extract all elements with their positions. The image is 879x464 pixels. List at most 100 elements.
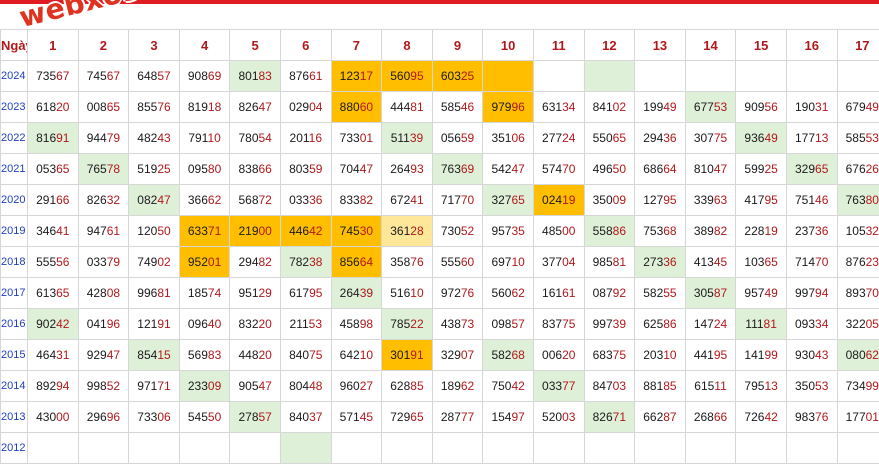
result-cell: 23736 [786, 216, 837, 247]
result-cell: 09334 [786, 309, 837, 340]
result-cell: 57145 [331, 402, 382, 433]
result-cell: 51925 [129, 154, 180, 185]
result-cell: 83382 [331, 185, 382, 216]
year-label: 2019 [1, 216, 28, 247]
result-cell: 79110 [179, 123, 230, 154]
result-number: 67753 [694, 100, 727, 114]
result-number: 05659 [441, 131, 474, 145]
day-column-header: 7 [331, 30, 382, 61]
result-cell [331, 433, 382, 464]
result-cell: 64857 [129, 61, 180, 92]
result-number: 34641 [36, 224, 69, 238]
lottery-results-table: Ngày 1234567891011121314151617 202473567… [0, 29, 879, 464]
result-cell: 03336 [280, 185, 331, 216]
result-number: 14199 [744, 348, 777, 362]
result-cell: 93649 [736, 123, 787, 154]
day-column-header: 1 [28, 30, 79, 61]
result-number: 32907 [441, 348, 474, 362]
result-cell: 75368 [635, 216, 686, 247]
result-number: 83866 [238, 162, 271, 176]
result-number: 44642 [289, 224, 322, 238]
day-column-header: 2 [78, 30, 129, 61]
result-cell: 35106 [483, 123, 534, 154]
result-cell: 56062 [483, 278, 534, 309]
result-number: 09334 [795, 317, 828, 331]
result-cell: 05365 [28, 154, 79, 185]
result-number: 73567 [36, 69, 69, 83]
result-cell: 32907 [432, 340, 483, 371]
result-number: 78054 [238, 131, 271, 145]
result-cell: 34641 [28, 216, 79, 247]
result-cell [635, 61, 686, 92]
result-number: 82647 [238, 100, 271, 114]
result-cell: 93043 [786, 340, 837, 371]
result-number: 76369 [441, 162, 474, 176]
year-label: 2012 [1, 433, 28, 464]
result-number: 00865 [87, 100, 120, 114]
result-cell: 55556 [28, 247, 79, 278]
result-number: 89370 [846, 286, 879, 300]
day-column-header: 4 [179, 30, 230, 61]
result-number: 84037 [289, 410, 322, 424]
result-number: 89294 [36, 379, 69, 393]
result-cell: 68375 [584, 340, 635, 371]
result-cell: 92947 [78, 340, 129, 371]
result-number: 11181 [745, 317, 777, 331]
result-number: 21153 [290, 317, 323, 331]
result-number: 67949 [846, 100, 879, 114]
result-cell: 83220 [230, 309, 281, 340]
result-cell: 21153 [280, 309, 331, 340]
result-cell [432, 433, 483, 464]
result-number: 44195 [694, 348, 727, 362]
result-number: 32765 [491, 193, 524, 207]
result-number: 62586 [643, 317, 676, 331]
result-cell: 70447 [331, 154, 382, 185]
result-cell: 12795 [635, 185, 686, 216]
result-number: 16161 [542, 286, 575, 300]
result-cell: 84102 [584, 92, 635, 123]
result-number: 12191 [137, 317, 170, 331]
result-cell: 67949 [837, 92, 879, 123]
result-number: 80183 [238, 69, 271, 83]
result-number: 48500 [542, 224, 575, 238]
result-number: 08062 [846, 348, 879, 362]
result-number: 68375 [593, 348, 626, 362]
day-column-header: 8 [382, 30, 433, 61]
result-number: 44820 [238, 348, 271, 362]
result-cell: 67241 [382, 185, 433, 216]
result-number: 58546 [441, 100, 474, 114]
result-number: 55560 [441, 255, 474, 269]
result-cell: 14724 [685, 309, 736, 340]
result-number: 72965 [390, 410, 423, 424]
result-cell: 19949 [635, 92, 686, 123]
result-cell: 12050 [129, 216, 180, 247]
result-cell: 41345 [685, 247, 736, 278]
result-cell: 85664 [331, 247, 382, 278]
result-number: 78238 [289, 255, 322, 269]
result-cell: 90547 [230, 371, 281, 402]
result-cell: 71770 [432, 185, 483, 216]
result-cell: 00620 [533, 340, 584, 371]
result-cell [280, 433, 331, 464]
result-cell: 30587 [685, 278, 736, 309]
result-cell: 62885 [382, 371, 433, 402]
result-cell [483, 433, 534, 464]
result-cell [736, 433, 787, 464]
result-cell: 03379 [78, 247, 129, 278]
date-column-header: Ngày [1, 30, 28, 61]
result-cell: 41795 [736, 185, 787, 216]
result-cell: 72642 [736, 402, 787, 433]
result-cell: 63371 [179, 216, 230, 247]
result-number: 92947 [87, 348, 120, 362]
result-cell: 74567 [78, 61, 129, 92]
result-number: 59925 [744, 162, 777, 176]
day-column-header: 12 [584, 30, 635, 61]
result-cell: 66287 [635, 402, 686, 433]
result-number: 09640 [188, 317, 221, 331]
result-number: 64210 [340, 348, 373, 362]
result-cell: 09580 [179, 154, 230, 185]
result-number: 85664 [340, 255, 373, 269]
result-cell [635, 433, 686, 464]
result-number: 03379 [87, 255, 120, 269]
result-number: 10532 [846, 224, 879, 238]
